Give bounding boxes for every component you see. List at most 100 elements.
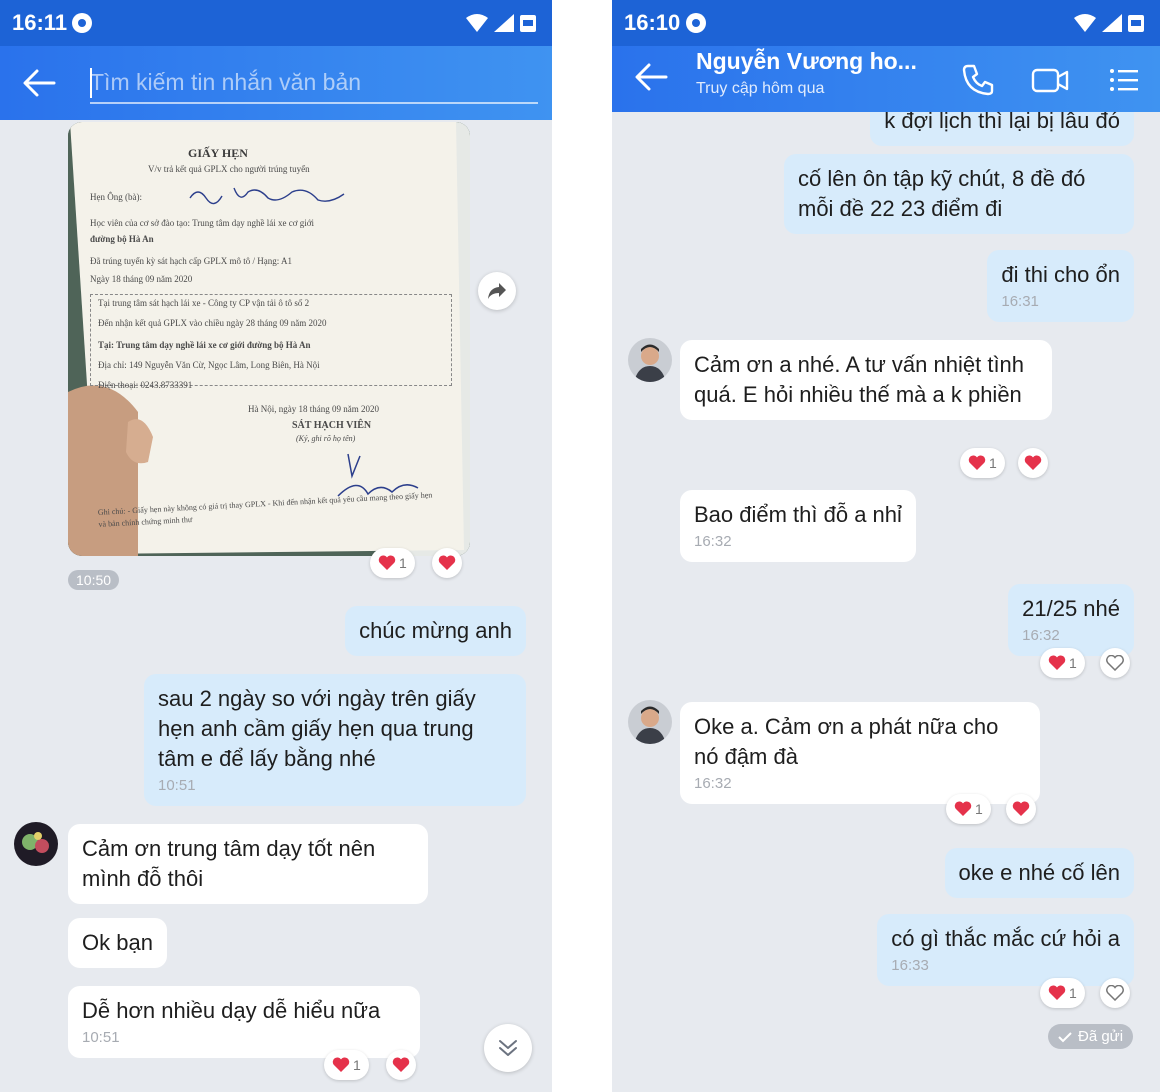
- slip-line: Điện thoại: 0243.8733391: [98, 380, 193, 390]
- message-time: 16:31: [1001, 293, 1039, 310]
- signal-icons: [1074, 12, 1146, 39]
- message-text: 21/25 nhé: [1022, 596, 1120, 621]
- message-time-chip: 10:50: [68, 570, 120, 590]
- reaction-count[interactable]: 1: [1040, 978, 1085, 1008]
- share-button[interactable]: [478, 272, 516, 310]
- share-icon: [488, 283, 506, 299]
- status-bar: 16:11: [0, 0, 552, 46]
- message-time: 16:32: [694, 775, 732, 792]
- reaction-count[interactable]: 1: [1040, 648, 1085, 678]
- slip-text: GIẤY HẸN V/v trả kết quả GPLX cho người …: [68, 122, 470, 556]
- message-text: Bao điểm thì đỗ a nhỉ: [694, 502, 902, 527]
- outgoing-message[interactable]: sau 2 ngày so với ngày trên giấy hẹn anh…: [144, 674, 526, 806]
- slip-line: Đến nhận kết quả GPLX vào chiều ngày 28 …: [98, 318, 327, 328]
- reaction-count-label: 1: [399, 555, 407, 571]
- incoming-message[interactable]: Ok bạn: [68, 918, 167, 968]
- message-time: 16:32: [1022, 627, 1060, 644]
- search-app-bar: [0, 46, 552, 120]
- message-time: 10:51: [82, 1029, 120, 1046]
- delivery-status-label: Đã gửi: [1078, 1028, 1124, 1045]
- outgoing-message[interactable]: cố lên ôn tập kỹ chút, 8 đề đó mỗi đề 22…: [784, 154, 1134, 234]
- message-text: đi thi cho ổn: [1001, 262, 1120, 287]
- slip-signer-note: (Ký, ghi rõ họ tên): [296, 434, 356, 443]
- reaction-count[interactable]: 1: [960, 448, 1005, 478]
- handwritten-name-signature: [188, 184, 348, 206]
- back-arrow-icon: [635, 63, 668, 91]
- menu-list-icon: [1110, 69, 1138, 91]
- heart-icon: [954, 801, 972, 816]
- incoming-message[interactable]: Cảm ơn a nhé. A tư vấn nhiệt tình quá. E…: [680, 340, 1052, 420]
- message-text: Ok bạn: [82, 930, 153, 955]
- incoming-message[interactable]: Cảm ơn trung tâm dạy tốt nên mình đỗ thô…: [68, 824, 428, 904]
- incoming-message[interactable]: Oke a. Cảm ơn a phát nữa cho nó đậm đà 1…: [680, 702, 1040, 804]
- outgoing-message[interactable]: có gì thắc mắc cứ hỏi a 16:33: [877, 914, 1134, 986]
- like-button[interactable]: [1100, 648, 1130, 678]
- outgoing-message[interactable]: k đợi lịch thì lại bị lâu đó: [870, 112, 1134, 146]
- message-text: Cảm ơn a nhé. A tư vấn nhiệt tình quá. E…: [694, 352, 1025, 407]
- slip-line: Tại trung tâm sát hạch lái xe - Công ty …: [98, 298, 310, 308]
- message-text: Dễ hơn nhiều dạy dễ hiểu nữa: [82, 998, 381, 1023]
- heart-outline-icon: [1106, 655, 1124, 671]
- slip-line: Học viên của cơ sở đào tạo: Trung tâm dạ…: [90, 218, 314, 228]
- incoming-message[interactable]: Bao điểm thì đỗ a nhỉ 16:32: [680, 490, 916, 562]
- slip-footer-note: Ghi chú: - Giấy hẹn này không có giá trị…: [97, 490, 433, 529]
- video-icon: [1031, 68, 1069, 93]
- sync-icon: [686, 13, 706, 33]
- contact-name[interactable]: Nguyễn Vương ho...: [696, 48, 917, 75]
- like-button[interactable]: [1006, 794, 1036, 824]
- outgoing-message[interactable]: chúc mừng anh: [345, 606, 526, 656]
- message-text: có gì thắc mắc cứ hỏi a: [891, 926, 1120, 951]
- back-button[interactable]: [22, 68, 56, 98]
- message-text: Cảm ơn trung tâm dạy tốt nên mình đỗ thô…: [82, 836, 376, 891]
- phone-icon: [962, 64, 994, 96]
- outgoing-message[interactable]: đi thi cho ổn 16:31: [987, 250, 1134, 322]
- last-seen-status: Truy cập hôm qua: [696, 80, 825, 97]
- message-time: 16:32: [694, 533, 732, 550]
- like-button[interactable]: [386, 1050, 416, 1080]
- like-button[interactable]: [1018, 448, 1048, 478]
- heart-icon: [968, 455, 986, 470]
- contact-avatar[interactable]: [628, 338, 672, 382]
- contact-avatar[interactable]: [14, 822, 58, 866]
- reaction-count-label: 1: [353, 1057, 361, 1073]
- message-time: 16:33: [891, 957, 929, 974]
- outgoing-message[interactable]: oke e nhé cố lên: [944, 848, 1134, 898]
- message-text: chúc mừng anh: [359, 618, 512, 643]
- contact-avatar[interactable]: [628, 700, 672, 744]
- slip-line: Địa chỉ: 149 Nguyễn Văn Cừ, Ngọc Lâm, Lo…: [98, 360, 320, 370]
- slip-subtitle: V/v trả kết quả GPLX cho người trúng tuy…: [148, 164, 310, 174]
- message-list[interactable]: GIẤY HẸN V/v trả kết quả GPLX cho người …: [0, 120, 552, 1092]
- reaction-count-label: 1: [975, 801, 983, 817]
- voice-call-button[interactable]: [958, 60, 998, 100]
- heart-outline-icon: [1106, 985, 1124, 1001]
- like-button[interactable]: [432, 548, 462, 578]
- scroll-to-bottom-button[interactable]: [484, 1024, 532, 1072]
- outgoing-message[interactable]: 21/25 nhé 16:32: [1008, 584, 1134, 656]
- slip-line: Tại: Trung tâm dạy nghề lái xe cơ giới đ…: [98, 340, 311, 350]
- like-button[interactable]: [1100, 978, 1130, 1008]
- message-text: Oke a. Cảm ơn a phát nữa cho nó đậm đà: [694, 714, 999, 769]
- video-call-button[interactable]: [1030, 60, 1070, 100]
- signal-icons: [466, 12, 538, 39]
- heart-icon: [1048, 655, 1066, 670]
- slip-line: Đã trúng tuyển kỳ sát hạch cấp GPLX mô t…: [90, 256, 292, 266]
- reaction-count[interactable]: 1: [946, 794, 991, 824]
- heart-icon: [392, 1057, 410, 1072]
- incoming-message[interactable]: Dễ hơn nhiều dạy dễ hiểu nữa 10:51: [68, 986, 420, 1058]
- slip-signer: SÁT HẠCH VIÊN: [292, 420, 372, 431]
- scroll-down-icon: [499, 1040, 517, 1056]
- reaction-count[interactable]: 1: [370, 548, 415, 578]
- heart-icon: [332, 1057, 350, 1072]
- heart-icon: [378, 555, 396, 570]
- reaction-count[interactable]: 1: [324, 1050, 369, 1080]
- reaction-count-label: 1: [989, 455, 997, 471]
- back-button[interactable]: [634, 62, 668, 92]
- appointment-slip-photo[interactable]: GIẤY HẸN V/v trả kết quả GPLX cho người …: [68, 122, 470, 556]
- conversation-menu-button[interactable]: [1104, 60, 1144, 100]
- heart-icon: [1012, 801, 1030, 816]
- conversation-app-bar: Nguyễn Vương ho... Truy cập hôm qua: [612, 46, 1160, 112]
- left-phone-screen: 16:11 Tìm kiếm tin nhắn văn bản GIẤY HẸN…: [0, 0, 552, 1092]
- message-text: k đợi lịch thì lại bị lâu đó: [884, 112, 1120, 133]
- search-input[interactable]: [90, 62, 538, 102]
- message-list[interactable]: k đợi lịch thì lại bị lâu đó cố lên ôn t…: [612, 112, 1160, 1092]
